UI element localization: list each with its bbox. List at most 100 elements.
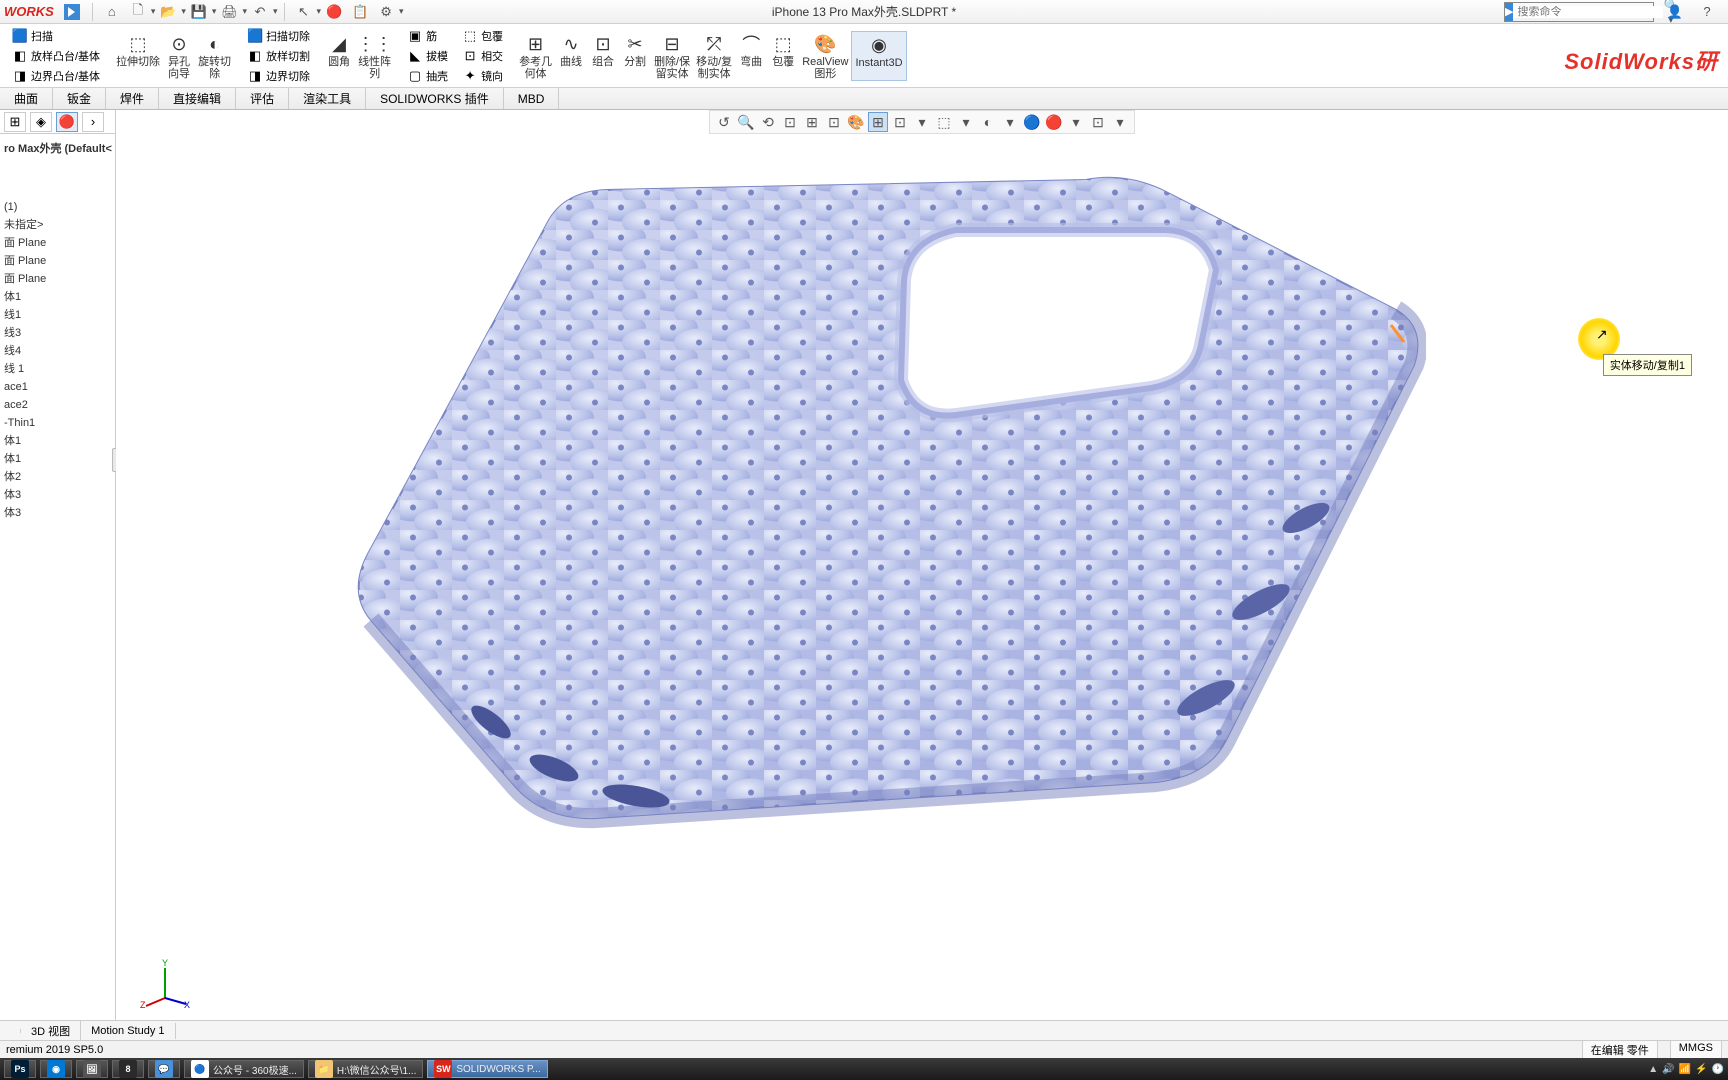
orientation-triad[interactable]: Y Z X	[140, 958, 190, 1008]
tree-item[interactable]: 体3	[2, 504, 113, 522]
home-icon[interactable]: ⌂	[103, 3, 121, 21]
view-btn-13[interactable]: ▾	[1000, 112, 1020, 132]
tab-渲染工具[interactable]: 渲染工具	[289, 88, 366, 109]
tab-焊件[interactable]: 焊件	[106, 88, 159, 109]
ribbon-弯曲[interactable]: ⌒弯曲	[735, 31, 767, 81]
taskbar-item[interactable]: 🔵公众号 - 360极速...	[184, 1060, 304, 1078]
ribbon-组合[interactable]: ⊡组合	[587, 31, 619, 81]
ribbon-边界凸台/基体[interactable]: ◨边界凸台/基体	[8, 66, 104, 86]
save-icon[interactable]: 💾	[190, 3, 208, 21]
tree-item[interactable]: ace2	[2, 396, 113, 414]
print-icon[interactable]: 🖨	[220, 3, 238, 21]
tab-直接编辑[interactable]: 直接编辑	[159, 88, 236, 109]
ribbon-分割[interactable]: ✂分割	[619, 31, 651, 81]
ribbon-相交[interactable]: ⊡相交	[458, 46, 507, 66]
ribbon-抽壳[interactable]: ▢抽壳	[403, 66, 452, 86]
taskbar-item[interactable]: ◉	[40, 1060, 72, 1078]
tree-item[interactable]: 体2	[2, 468, 113, 486]
ribbon-删除/保留实体[interactable]: ⊟删除/保 留实体	[651, 31, 693, 81]
taskbar-item[interactable]: 🖼	[76, 1060, 108, 1078]
viewport[interactable]: ↺🔍⟲⊡⊞⊡🎨⊞⊡▾⬚▾◐▾🔵🔴▾⊡▾	[116, 110, 1728, 1042]
ribbon-放样切割[interactable]: ◧放样切割	[243, 46, 314, 66]
view-btn-2[interactable]: ⟲	[758, 112, 778, 132]
options-icon[interactable]: 📋	[351, 3, 369, 21]
view-btn-5[interactable]: ⊡	[824, 112, 844, 132]
ribbon-扫描[interactable]: 🟦扫描	[8, 26, 104, 46]
tree-item[interactable]: 面 Plane	[2, 270, 113, 288]
open-icon[interactable]: 📂	[159, 3, 177, 21]
view-btn-6[interactable]: 🎨	[846, 112, 866, 132]
view-btn-8[interactable]: ⊡	[890, 112, 910, 132]
select-icon[interactable]: ↖	[295, 3, 313, 21]
tree-tab-more[interactable]: ›	[82, 112, 104, 132]
taskbar-item[interactable]: 8	[112, 1060, 144, 1078]
taskbar-item[interactable]: 💬	[148, 1060, 180, 1078]
view-btn-3[interactable]: ⊡	[780, 112, 800, 132]
ribbon-拉伸切除[interactable]: ⬚拉伸切除	[113, 31, 163, 81]
new-icon[interactable]: 🗋	[129, 3, 147, 21]
tab-曲面[interactable]: 曲面	[0, 88, 53, 109]
rebuild-icon[interactable]: 🔴	[325, 3, 343, 21]
view-btn-14[interactable]: 🔵	[1022, 112, 1042, 132]
view-btn-10[interactable]: ⬚	[934, 112, 954, 132]
ribbon-扫描切除[interactable]: 🟦扫描切除	[243, 26, 314, 46]
help-icon[interactable]: ?	[1698, 3, 1716, 21]
bottom-tab-Motion Study 1[interactable]: Motion Study 1	[81, 1023, 175, 1039]
ribbon-包覆[interactable]: ⬚包覆	[767, 31, 799, 81]
view-btn-7[interactable]: ⊞	[868, 112, 888, 132]
tree-item[interactable]: ace1	[2, 378, 113, 396]
tab-钣金[interactable]: 钣金	[53, 88, 106, 109]
undo-icon[interactable]: ↶	[251, 3, 269, 21]
ribbon-参考几何体[interactable]: ⊞参考几 何体	[516, 31, 555, 81]
ribbon-移动/复制实体[interactable]: ⤱移动/复 制实体	[693, 31, 735, 81]
status-edit-mode[interactable]: 在编辑 零件	[1582, 1040, 1658, 1060]
view-btn-9[interactable]: ▾	[912, 112, 932, 132]
status-units[interactable]: MMGS	[1670, 1040, 1722, 1060]
view-btn-0[interactable]: ↺	[714, 112, 734, 132]
tree-item[interactable]: 线 1	[2, 360, 113, 378]
tab-MBD[interactable]: MBD	[504, 88, 560, 109]
tree-item[interactable]: 体3	[2, 486, 113, 504]
ribbon-RealView图形[interactable]: 🎨RealView 图形	[799, 31, 851, 81]
system-tray[interactable]: ▲🔊📶⚡🕐	[1648, 1064, 1724, 1075]
ribbon-异孔向导[interactable]: ⊙异孔 向导	[163, 31, 195, 81]
view-btn-1[interactable]: 🔍	[736, 112, 756, 132]
tree-item[interactable]: (1)	[2, 198, 113, 216]
taskbar-item[interactable]: SWSOLIDWORKS P...	[427, 1060, 547, 1078]
ribbon-放样凸台/基体[interactable]: ◧放样凸台/基体	[8, 46, 104, 66]
search-play-icon[interactable]: ▶	[1505, 3, 1513, 21]
ribbon-曲线[interactable]: ∿曲线	[555, 31, 587, 81]
search-box[interactable]: ▶ 🔍▾	[1504, 2, 1654, 22]
tree-item[interactable]: -Thin1	[2, 414, 113, 432]
tree-root[interactable]: ro Max外壳 (Default<	[2, 140, 113, 158]
view-btn-11[interactable]: ▾	[956, 112, 976, 132]
tree-item[interactable]: 面 Plane	[2, 252, 113, 270]
tree-item[interactable]: 线4	[2, 342, 113, 360]
ribbon-旋转切除[interactable]: ◐旋转切 除	[195, 31, 234, 81]
ribbon-边界切除[interactable]: ◨边界切除	[243, 66, 314, 86]
play-icon[interactable]	[64, 4, 80, 20]
ribbon-Instant3D[interactable]: ◉Instant3D	[851, 31, 906, 81]
tab-评估[interactable]: 评估	[236, 88, 289, 109]
ribbon-包覆[interactable]: ⬚包覆	[458, 26, 507, 46]
view-btn-17[interactable]: ⊡	[1088, 112, 1108, 132]
tree-item[interactable]: 体1	[2, 288, 113, 306]
settings-icon[interactable]: ⚙	[377, 3, 395, 21]
ribbon-拔模[interactable]: ◣拔模	[403, 46, 452, 66]
feature-tree[interactable]: ro Max外壳 (Default< (1)未指定>面 Plane面 Plane…	[0, 134, 115, 528]
tree-tab-3[interactable]: 🔴	[56, 112, 78, 132]
tree-item[interactable]: 线3	[2, 324, 113, 342]
user-icon[interactable]: 👤	[1666, 3, 1684, 21]
tree-item[interactable]: 面 Plane	[2, 234, 113, 252]
search-input[interactable]	[1513, 6, 1663, 18]
view-btn-18[interactable]: ▾	[1110, 112, 1130, 132]
tree-item[interactable]: 体1	[2, 450, 113, 468]
view-btn-16[interactable]: ▾	[1066, 112, 1086, 132]
taskbar-item[interactable]: 📁H:\微信公众号\1...	[308, 1060, 423, 1078]
tree-item[interactable]: 体1	[2, 432, 113, 450]
tree-tab-1[interactable]: ⊞	[4, 112, 26, 132]
taskbar-item[interactable]: Ps	[4, 1060, 36, 1078]
tree-item[interactable]: 未指定>	[2, 216, 113, 234]
ribbon-线性阵列[interactable]: ⋮⋮线性阵 列	[355, 31, 394, 81]
view-btn-12[interactable]: ◐	[978, 112, 998, 132]
